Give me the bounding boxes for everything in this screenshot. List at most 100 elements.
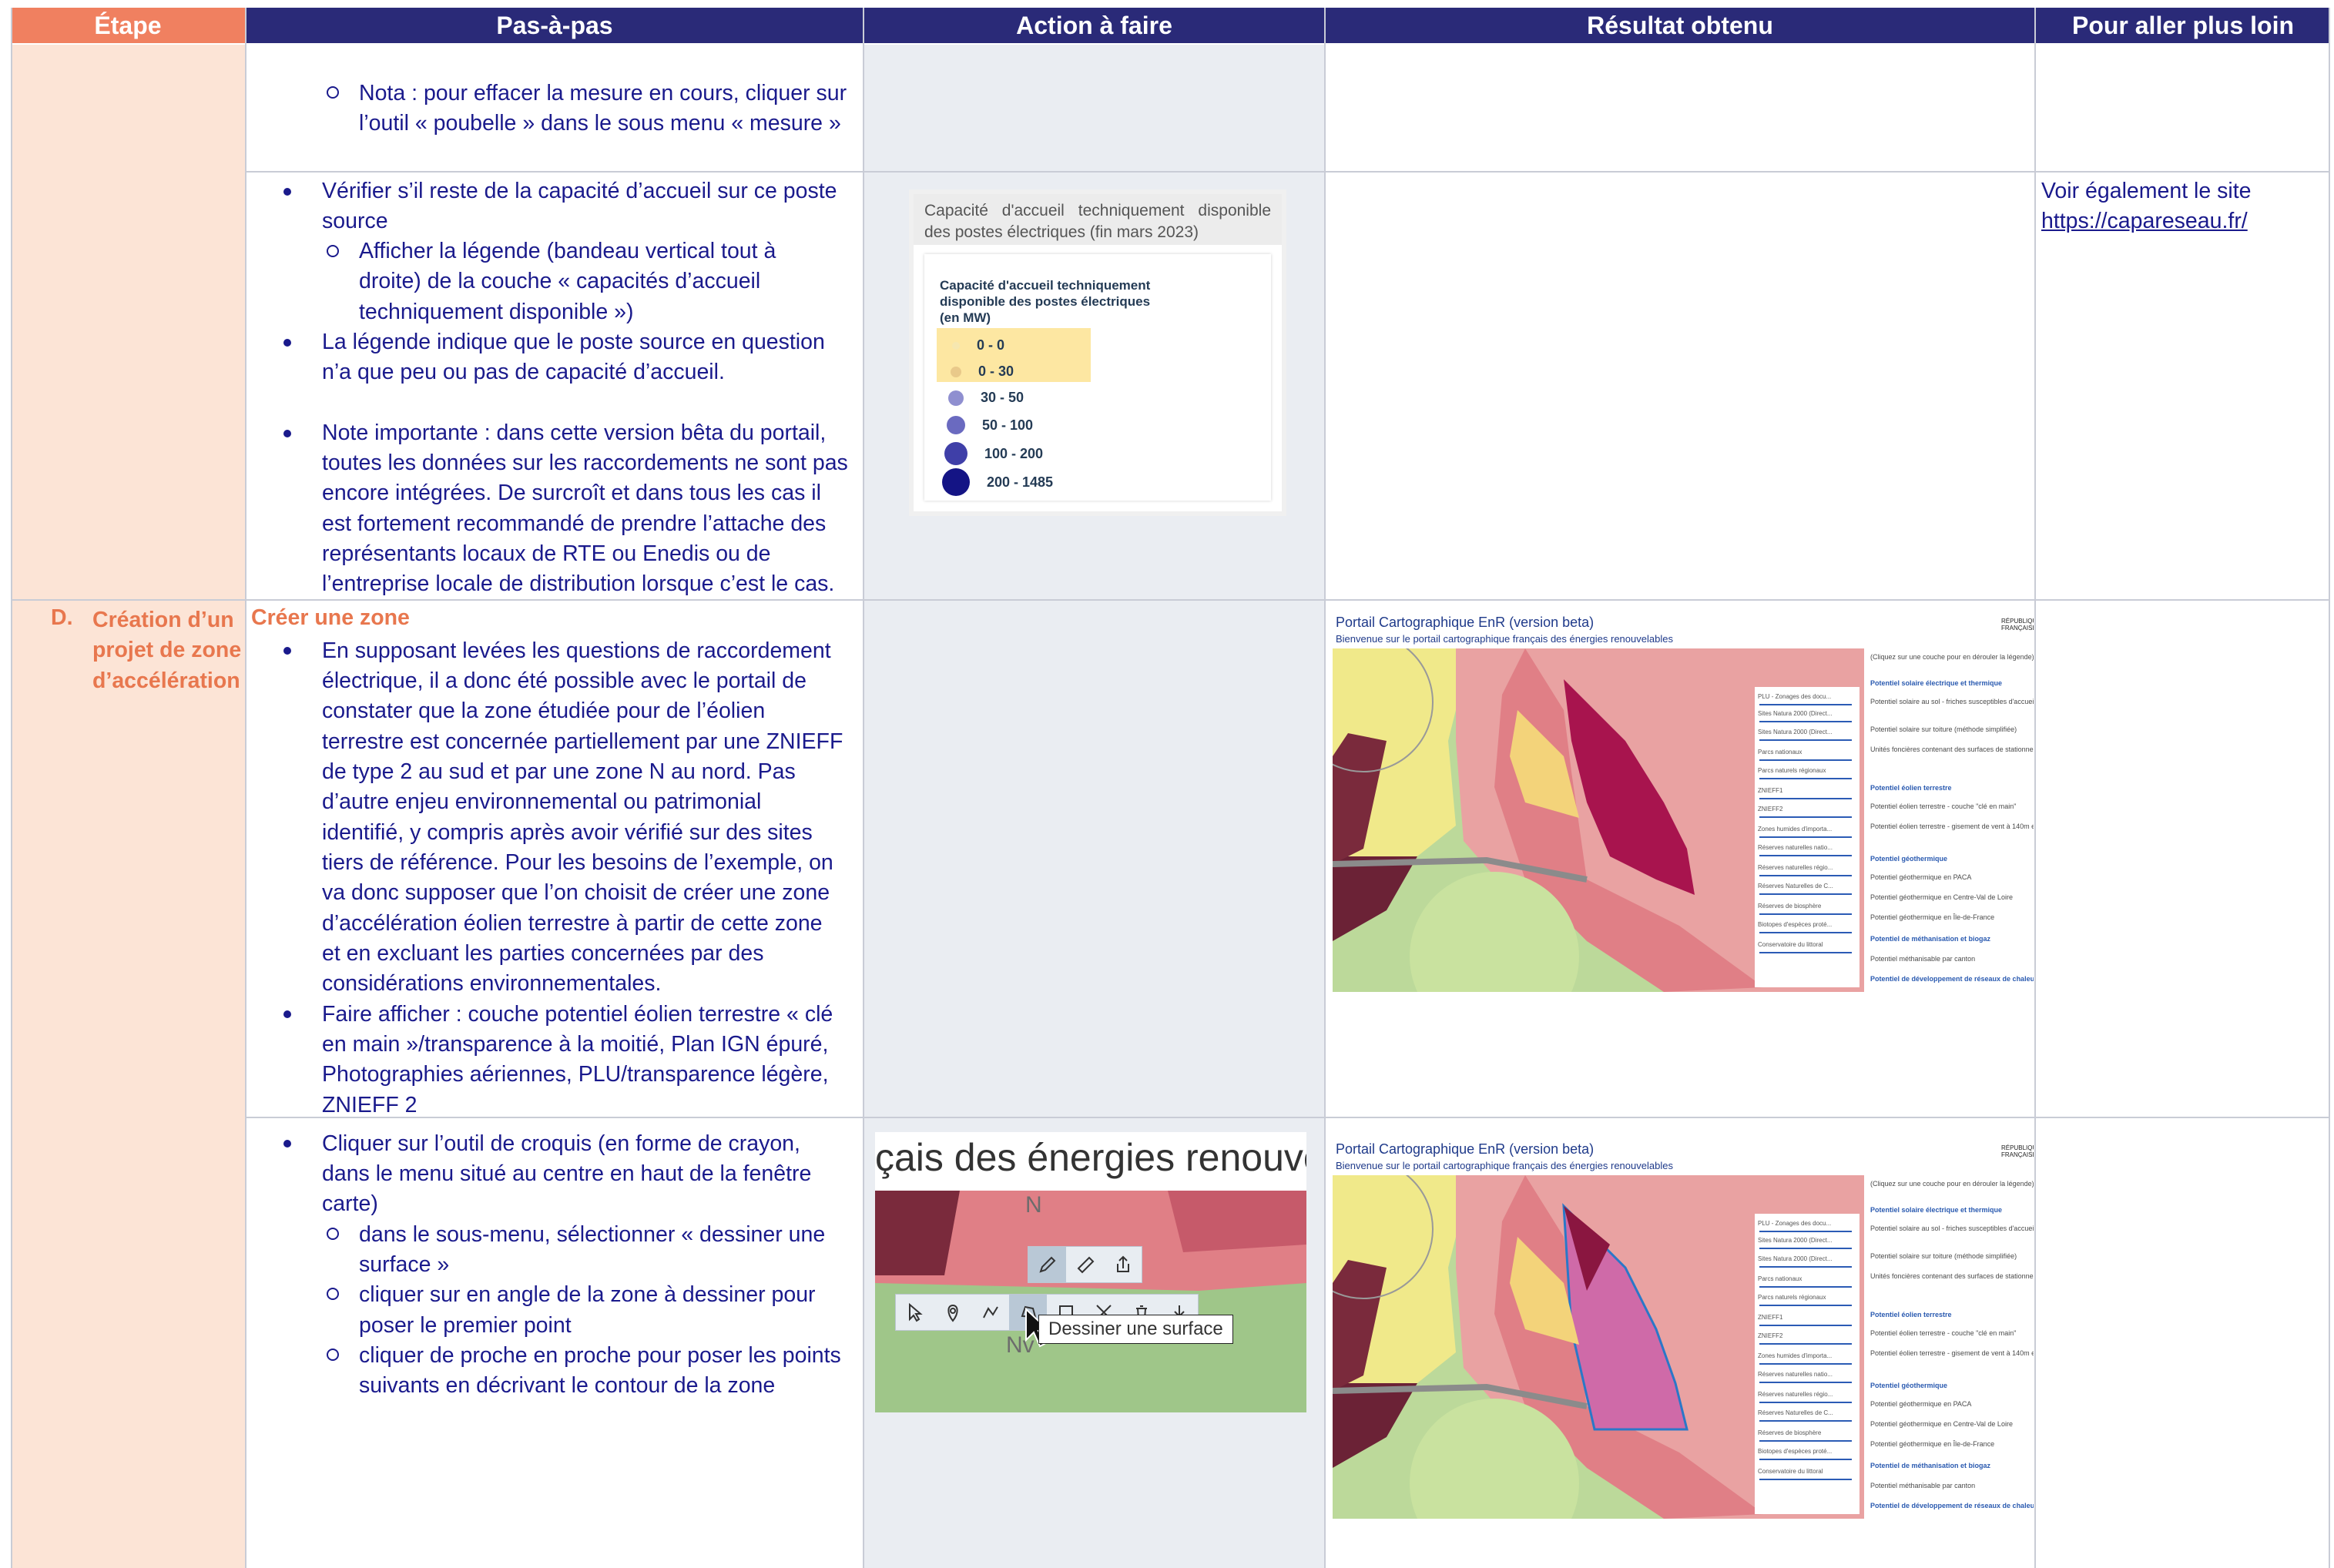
layer-item[interactable]: Parcs naturels régionaux xyxy=(1758,767,1826,774)
layer-item[interactable]: Sites Natura 2000 (Direct... xyxy=(1758,710,1832,717)
opacity-slider[interactable] xyxy=(1759,1479,1852,1480)
opacity-slider[interactable] xyxy=(1759,1459,1852,1460)
opacity-slider[interactable] xyxy=(1759,798,1852,799)
layer-item[interactable]: Réserves naturelles régio... xyxy=(1758,864,1833,871)
panel-heading[interactable]: Potentiel de développement de réseaux de… xyxy=(1870,1502,2034,1509)
panel-line[interactable]: Potentiel géothermique en Centre-Val de … xyxy=(1870,893,2013,901)
select-cursor-icon[interactable] xyxy=(896,1295,934,1330)
panel-heading[interactable]: Potentiel de développement de réseaux de… xyxy=(1870,975,2034,983)
opacity-slider[interactable] xyxy=(1759,816,1852,818)
layer-item[interactable]: Parcs nationaux xyxy=(1758,749,1802,756)
opacity-slider[interactable] xyxy=(1759,836,1852,838)
panel-heading[interactable]: Potentiel solaire électrique et thermiqu… xyxy=(1870,1206,2002,1214)
layer-item[interactable]: Zones humides d'importa... xyxy=(1758,1352,1832,1359)
panel-line[interactable]: (Cliquez sur une couche pour en dérouler… xyxy=(1870,653,2034,661)
layer-item[interactable]: ZNIEFF2 xyxy=(1758,1332,1782,1339)
layer-item[interactable]: Réserves Naturelles de C... xyxy=(1758,1409,1833,1416)
layer-item[interactable]: Réserves naturelles régio... xyxy=(1758,1391,1833,1398)
opacity-slider[interactable] xyxy=(1759,1440,1852,1442)
layer-item[interactable]: Zones humides d'importa... xyxy=(1758,826,1832,833)
panel-line[interactable]: Potentiel géothermique en Centre-Val de … xyxy=(1870,1420,2013,1428)
opacity-slider[interactable] xyxy=(1759,759,1852,761)
layer-item[interactable]: Sites Natura 2000 (Direct... xyxy=(1758,729,1832,735)
opacity-slider[interactable] xyxy=(1759,932,1852,933)
panel-line[interactable]: Potentiel géothermique en Île-de-France xyxy=(1870,1440,1994,1448)
layer-item[interactable]: Réserves de biosphère xyxy=(1758,1429,1821,1436)
panel-line[interactable]: Potentiel éolien terrestre - couche "clé… xyxy=(1870,802,2017,810)
layer-item[interactable]: Parcs nationaux xyxy=(1758,1275,1802,1282)
opacity-slider[interactable] xyxy=(1759,875,1852,876)
panel-line[interactable]: Potentiel méthanisable par canton xyxy=(1870,1482,1975,1489)
panel-line[interactable]: Potentiel éolien terrestre - gisement de… xyxy=(1870,823,2034,830)
opacity-slider[interactable] xyxy=(1759,1363,1852,1365)
opacity-slider[interactable] xyxy=(1759,1420,1852,1422)
panel-heading[interactable]: Potentiel de méthanisation et biogaz xyxy=(1870,1462,1990,1469)
layer-item[interactable]: Biotopes d'espèces proté... xyxy=(1758,1448,1832,1455)
panel-heading[interactable]: Potentiel de méthanisation et biogaz xyxy=(1870,935,1990,943)
opacity-slider[interactable] xyxy=(1759,1325,1852,1326)
capareseau-link[interactable]: https://capareseau.fr/ xyxy=(2041,206,2248,236)
opacity-slider[interactable] xyxy=(1759,704,1852,705)
panel-line[interactable]: (Cliquez sur une couche pour en dérouler… xyxy=(1870,1180,2034,1188)
opacity-slider[interactable] xyxy=(1759,1286,1852,1288)
layer-item[interactable]: Biotopes d'espèces proté... xyxy=(1758,921,1832,928)
opacity-slider[interactable] xyxy=(1759,1382,1852,1383)
opacity-slider[interactable] xyxy=(1759,739,1852,741)
opacity-slider[interactable] xyxy=(1759,1343,1852,1345)
panel-line[interactable]: Potentiel éolien terrestre - couche "clé… xyxy=(1870,1329,2017,1337)
panel-heading[interactable]: Potentiel solaire électrique et thermiqu… xyxy=(1870,679,2002,687)
layer-item[interactable]: Réserves Naturelles de C... xyxy=(1758,883,1833,890)
panel-line[interactable]: Potentiel solaire sur toiture (méthode s… xyxy=(1870,725,2017,733)
map-canvas[interactable]: PLU - Zonages des docu... Sites Natura 2… xyxy=(1333,1175,1864,1519)
layer-item[interactable]: PLU - Zonages des docu... xyxy=(1758,693,1831,700)
opacity-slider[interactable] xyxy=(1759,952,1852,953)
line-icon[interactable] xyxy=(971,1295,1009,1330)
layer-item[interactable]: Réserves naturelles natio... xyxy=(1758,844,1833,851)
opacity-slider[interactable] xyxy=(1759,855,1852,856)
opacity-slider[interactable] xyxy=(1759,721,1852,722)
opacity-slider[interactable] xyxy=(1759,1248,1852,1249)
pencil-icon[interactable] xyxy=(1028,1247,1066,1282)
layer-item[interactable]: Sites Natura 2000 (Direct... xyxy=(1758,1237,1832,1244)
layer-item[interactable]: Réserves naturelles natio... xyxy=(1758,1371,1833,1378)
share-icon[interactable] xyxy=(1104,1247,1142,1282)
panel-line[interactable]: Potentiel solaire au sol - friches susce… xyxy=(1870,1225,2034,1232)
layer-list[interactable]: PLU - Zonages des docu... Sites Natura 2… xyxy=(1755,687,1859,987)
layer-item[interactable]: ZNIEFF1 xyxy=(1758,787,1782,794)
opacity-slider[interactable] xyxy=(1759,1266,1852,1268)
opacity-slider[interactable] xyxy=(1759,1231,1852,1232)
panel-line[interactable]: Unités foncières contenant des surfaces … xyxy=(1870,1272,2034,1280)
opacity-slider[interactable] xyxy=(1759,893,1852,895)
layer-list[interactable]: PLU - Zonages des docu... Sites Natura 2… xyxy=(1755,1214,1859,1514)
panel-heading[interactable]: Potentiel géothermique xyxy=(1870,1382,1947,1389)
panel-line[interactable]: Potentiel solaire sur toiture (méthode s… xyxy=(1870,1252,2017,1260)
point-marker-icon[interactable] xyxy=(934,1295,971,1330)
panel-heading[interactable]: Potentiel éolien terrestre xyxy=(1870,784,1952,792)
layer-item[interactable]: Parcs naturels régionaux xyxy=(1758,1294,1826,1301)
layer-item[interactable]: ZNIEFF1 xyxy=(1758,1314,1782,1321)
layer-item[interactable]: Conservatoire du littoral xyxy=(1758,941,1823,948)
panel-line[interactable]: Potentiel géothermique en PACA xyxy=(1870,1400,1971,1408)
sketch-menu[interactable] xyxy=(1028,1246,1142,1283)
panel-line[interactable]: Potentiel géothermique en PACA xyxy=(1870,873,1971,881)
opacity-slider[interactable] xyxy=(1759,1402,1852,1403)
layers-panel[interactable]: (Cliquez sur une couche pour en dérouler… xyxy=(1867,648,2034,992)
panel-heading[interactable]: Potentiel éolien terrestre xyxy=(1870,1311,1952,1318)
layer-item[interactable]: Conservatoire du littoral xyxy=(1758,1468,1823,1475)
layer-item[interactable]: ZNIEFF2 xyxy=(1758,806,1782,812)
opacity-slider[interactable] xyxy=(1759,913,1852,915)
layer-item[interactable]: PLU - Zonages des docu... xyxy=(1758,1220,1831,1227)
map-canvas[interactable]: PLU - Zonages des docu... Sites Natura 2… xyxy=(1333,648,1864,992)
layers-panel[interactable]: (Cliquez sur une couche pour en dérouler… xyxy=(1867,1175,2034,1519)
ruler-icon[interactable] xyxy=(1066,1247,1104,1282)
panel-line[interactable]: Unités foncières contenant des surfaces … xyxy=(1870,745,2034,753)
layer-item[interactable]: Réserves de biosphère xyxy=(1758,903,1821,910)
panel-line[interactable]: Potentiel méthanisable par canton xyxy=(1870,955,1975,963)
panel-line[interactable]: Potentiel éolien terrestre - gisement de… xyxy=(1870,1349,2034,1357)
panel-line[interactable]: Potentiel géothermique en Île-de-France xyxy=(1870,913,1994,921)
opacity-slider[interactable] xyxy=(1759,1305,1852,1306)
panel-heading[interactable]: Potentiel géothermique xyxy=(1870,855,1947,863)
panel-line[interactable]: Potentiel solaire au sol - friches susce… xyxy=(1870,698,2034,705)
opacity-slider[interactable] xyxy=(1759,778,1852,779)
layer-item[interactable]: Sites Natura 2000 (Direct... xyxy=(1758,1255,1832,1262)
